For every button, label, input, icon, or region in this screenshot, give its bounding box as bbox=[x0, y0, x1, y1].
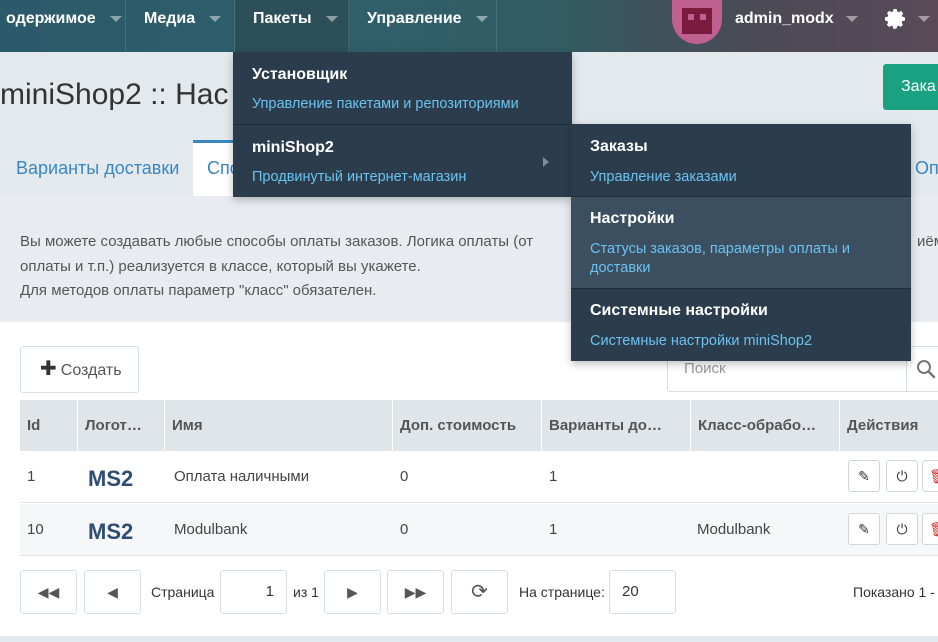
column-header-class[interactable]: Класс-обрабо… bbox=[691, 400, 840, 451]
trash-icon: 🗑 bbox=[929, 521, 938, 537]
nav-item-label: Управление bbox=[367, 10, 462, 27]
page-number-input[interactable]: 1 bbox=[220, 570, 287, 614]
edit-icon: ✎ bbox=[858, 521, 870, 537]
cell-id: 1 bbox=[27, 468, 36, 485]
column-header-name[interactable]: Имя bbox=[165, 400, 393, 451]
nav-item-label: Медиа bbox=[144, 10, 196, 27]
chevron-left-icon: ◀ bbox=[107, 584, 118, 600]
tab-other[interactable]: Оп bbox=[915, 140, 938, 196]
toggle-button[interactable]: ⏻ bbox=[886, 513, 918, 545]
trash-icon: 🗑 bbox=[929, 468, 938, 484]
cell-variants: 1 bbox=[549, 468, 558, 485]
nav-item-content[interactable]: одержимое bbox=[0, 0, 126, 52]
edit-icon: ✎ bbox=[858, 468, 870, 484]
menu-item-subtitle: Системные настройки miniShop2 bbox=[590, 333, 813, 349]
double-chevron-right-icon: ▶▶ bbox=[404, 584, 427, 600]
cell-price: 0 bbox=[400, 468, 409, 485]
avatar[interactable] bbox=[672, 0, 722, 44]
chevron-down-icon bbox=[209, 15, 222, 22]
page-count-label: из 1 bbox=[293, 584, 319, 600]
menu-item-installer[interactable]: Установщик Управление пакетами и репозит… bbox=[233, 52, 572, 125]
refresh-button[interactable]: ⟳ bbox=[451, 570, 508, 614]
page-label: Страница bbox=[151, 584, 215, 600]
orders-button[interactable]: Зака bbox=[883, 64, 938, 110]
menu-item-title: Настройки bbox=[590, 210, 675, 227]
chevron-down-icon bbox=[845, 15, 858, 22]
nav-item-label: Пакеты bbox=[253, 10, 312, 27]
nav-item-packages[interactable]: Пакеты bbox=[235, 0, 349, 52]
menu-item-title: Установщик bbox=[252, 66, 348, 83]
next-page-button[interactable]: ▶ bbox=[324, 570, 381, 614]
edit-button[interactable]: ✎ bbox=[848, 513, 880, 545]
menu-item-title: Системные настройки bbox=[590, 302, 768, 319]
plus-icon: ✚ bbox=[40, 358, 57, 380]
toggle-button[interactable]: ⏻ bbox=[886, 460, 918, 492]
delete-button[interactable]: 🗑 bbox=[922, 460, 938, 492]
top-navigation: одержимое Медиа Пакеты Управление admin_… bbox=[0, 0, 938, 52]
cell-class bbox=[690, 451, 697, 503]
user-menu[interactable]: admin_modx bbox=[735, 0, 858, 38]
cell-name: Оплата наличными bbox=[174, 468, 310, 485]
menu-item-subtitle: Управление пакетами и репозиториями bbox=[252, 96, 519, 112]
last-page-button[interactable]: ▶▶ bbox=[387, 570, 444, 614]
menu-item-subtitle: Статусы заказов, параметры оплаты и дост… bbox=[590, 241, 850, 276]
power-icon: ⏻ bbox=[896, 521, 908, 537]
refresh-icon: ⟳ bbox=[471, 581, 488, 603]
menu-item-title: Заказы bbox=[590, 138, 648, 155]
edit-button[interactable]: ✎ bbox=[848, 460, 880, 492]
menu-item-title: miniShop2 bbox=[252, 139, 334, 156]
tab-delivery[interactable]: Варианты доставки bbox=[16, 140, 179, 196]
chevron-down-icon bbox=[325, 15, 338, 22]
description-overflow-text: иём bbox=[917, 233, 938, 250]
double-chevron-left-icon: ◀◀ bbox=[37, 584, 60, 600]
username-label: admin_modx bbox=[735, 10, 834, 27]
shown-records-label: Показано 1 - bbox=[853, 584, 935, 600]
menu-item-orders[interactable]: Заказы Управление заказами bbox=[571, 124, 911, 197]
minishop2-logo: MS2 bbox=[88, 466, 133, 491]
svg-text:MS2: MS2 bbox=[88, 519, 133, 544]
page-title: miniShop2 :: Нас bbox=[0, 78, 229, 111]
svg-text:MS2: MS2 bbox=[88, 466, 133, 491]
cell-id: 10 bbox=[27, 521, 44, 538]
per-page-label: На странице: bbox=[519, 584, 605, 600]
menu-item-subtitle: Управление заказами bbox=[590, 169, 737, 185]
table-header: Id Логот… Имя Доп. стоимость Варианты до… bbox=[20, 400, 938, 451]
minishop2-logo: MS2 bbox=[88, 519, 133, 544]
chevron-down-icon bbox=[918, 16, 930, 22]
column-header-actions: Действия bbox=[840, 400, 938, 451]
column-header-id[interactable]: Id bbox=[20, 400, 78, 451]
nav-item-media[interactable]: Медиа bbox=[126, 0, 235, 52]
menu-item-minishop2[interactable]: miniShop2 Продвинутый интернет-магазин bbox=[233, 125, 572, 197]
chevron-right-icon: ▶ bbox=[347, 584, 358, 600]
search-icon bbox=[917, 360, 936, 379]
menu-item-settings[interactable]: Настройки Статусы заказов, параметры опл… bbox=[571, 197, 911, 289]
create-button[interactable]: ✚ Создать bbox=[20, 346, 139, 393]
table-row[interactable]: 1 MS2 Оплата наличными 0 1 ✎ ⏻ 🗑 bbox=[20, 451, 938, 503]
delete-button[interactable]: 🗑 bbox=[922, 513, 938, 545]
column-header-variants[interactable]: Варианты до… bbox=[542, 400, 691, 451]
chevron-down-icon bbox=[475, 15, 488, 22]
gear-icon[interactable] bbox=[884, 7, 908, 31]
first-page-button[interactable]: ◀◀ bbox=[20, 570, 77, 614]
minishop2-submenu: Заказы Управление заказами Настройки Ста… bbox=[571, 124, 911, 361]
menu-item-system-settings[interactable]: Системные настройки Системные настройки … bbox=[571, 289, 911, 361]
column-header-logo[interactable]: Логот… bbox=[78, 400, 165, 451]
per-page-input[interactable]: 20 bbox=[609, 570, 676, 614]
power-icon: ⏻ bbox=[896, 468, 908, 484]
cell-class: Modulbank bbox=[697, 521, 771, 538]
table-row[interactable]: 10 MS2 Modulbank 0 1 Modulbank ✎ ⏻ 🗑 bbox=[20, 504, 938, 556]
packages-dropdown: Установщик Управление пакетами и репозит… bbox=[233, 52, 572, 197]
chevron-down-icon bbox=[109, 15, 122, 22]
column-header-price[interactable]: Доп. стоимость bbox=[393, 400, 542, 451]
nav-item-manage[interactable]: Управление bbox=[349, 0, 497, 52]
menu-item-subtitle: Продвинутый интернет-магазин bbox=[252, 169, 467, 185]
chevron-right-icon bbox=[543, 157, 549, 167]
nav-item-label: одержимое bbox=[6, 10, 96, 27]
cell-variants: 1 bbox=[549, 521, 558, 538]
cell-name: Modulbank bbox=[174, 521, 248, 538]
prev-page-button[interactable]: ◀ bbox=[84, 570, 141, 614]
cell-price: 0 bbox=[400, 521, 409, 538]
create-label: Создать bbox=[60, 362, 122, 379]
